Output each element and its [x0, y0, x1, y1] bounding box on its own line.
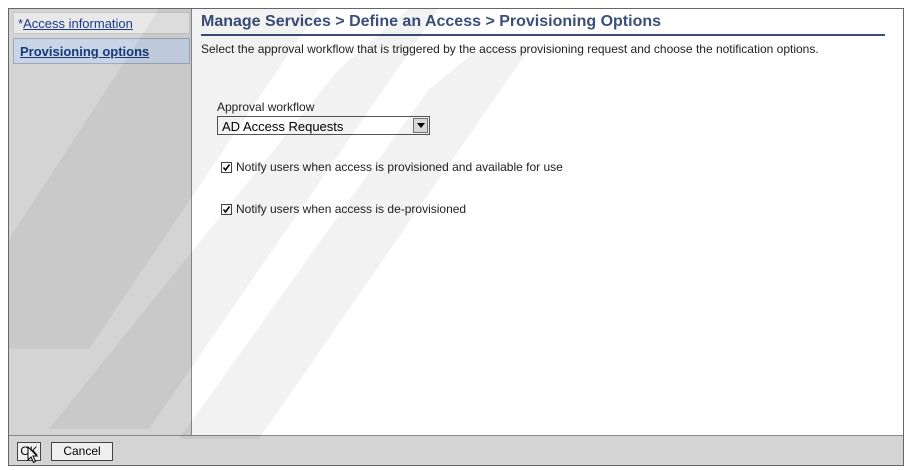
notify-deprovisioned-label: Notify users when access is de-provision…	[236, 202, 467, 216]
page-title: Manage Services > Define an Access > Pro…	[201, 13, 662, 30]
notify-provisioned-checkbox[interactable]	[221, 162, 232, 173]
sidebar-item-label[interactable]: Provisioning options	[20, 44, 149, 59]
notify-deprovisioned-checkbox[interactable]	[221, 204, 232, 215]
footer-toolbar: OK Cancel	[9, 435, 903, 465]
sidebar-item-label[interactable]: Access information	[23, 16, 133, 31]
cancel-button[interactable]: Cancel	[51, 442, 113, 461]
sidebar-item-provisioning-options[interactable]: Provisioning options	[13, 38, 190, 64]
notify-provisioned-label: Notify users when access is provisioned …	[236, 160, 563, 174]
sidebar-item-access-information[interactable]: *Access information	[13, 12, 190, 34]
page-description: Select the approval workflow that is tri…	[201, 42, 819, 56]
dropdown-arrow-icon[interactable]	[413, 118, 428, 133]
approval-workflow-select[interactable]: AD Access Requests	[217, 116, 430, 135]
provisioning-options-panel: *Access information Provisioning options…	[8, 8, 904, 466]
sidebar: *Access information Provisioning options	[9, 9, 192, 435]
title-divider	[201, 34, 885, 36]
approval-workflow-label: Approval workflow	[217, 100, 315, 114]
approval-workflow-value: AD Access Requests	[222, 119, 344, 134]
main-content: Manage Services > Define an Access > Pro…	[201, 9, 901, 435]
mouse-pointer-icon	[27, 446, 39, 464]
